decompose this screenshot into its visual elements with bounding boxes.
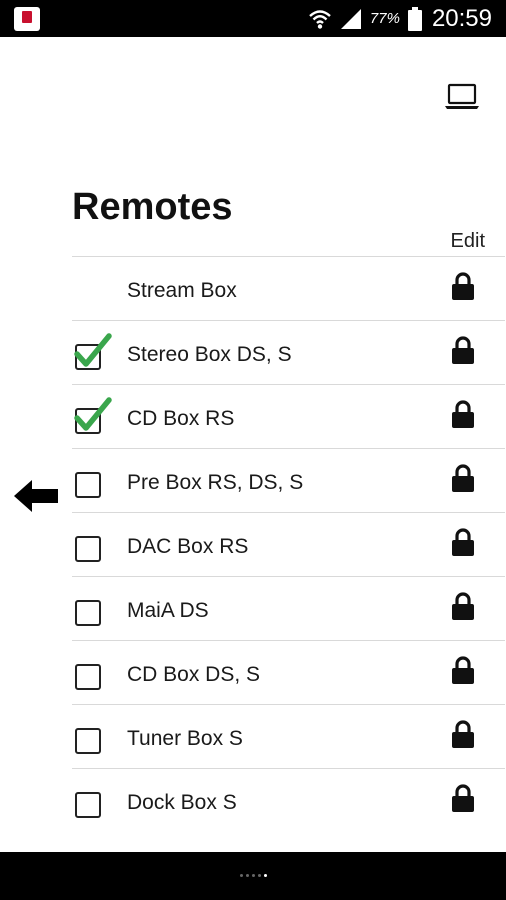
laptop-icon	[445, 83, 479, 109]
lock-icon[interactable]	[451, 591, 475, 621]
lock-icon[interactable]	[451, 719, 475, 749]
back-arrow-icon[interactable]	[12, 478, 60, 514]
list-item-label: MaiA DS	[127, 599, 209, 622]
lock-icon[interactable]	[451, 399, 475, 429]
app-icon	[14, 7, 40, 31]
list-item[interactable]: CD Box DS, S	[72, 640, 505, 704]
checkbox[interactable]	[75, 792, 101, 818]
list-item[interactable]: DAC Box RS	[72, 512, 505, 576]
list-item-label: Stream Box	[127, 279, 237, 302]
checkbox[interactable]	[75, 472, 101, 498]
checkbox[interactable]	[75, 600, 101, 626]
status-icons: 77% 20:59	[308, 0, 492, 37]
clock: 20:59	[431, 4, 492, 32]
laptop-button[interactable]	[444, 82, 480, 110]
checkmark-icon	[74, 333, 112, 367]
list-item[interactable]: Stream Box	[72, 256, 505, 320]
list-item-label: CD Box RS	[127, 407, 235, 430]
list-item[interactable]: Pre Box RS, DS, S	[72, 448, 505, 512]
list-item-label: CD Box DS, S	[127, 663, 261, 686]
signal-icon	[340, 8, 361, 29]
navigation-bar	[0, 852, 506, 900]
list-item-label: DAC Box RS	[127, 535, 249, 558]
battery-icon	[407, 6, 422, 31]
list-item-label: Pre Box RS, DS, S	[127, 471, 304, 494]
list-item[interactable]: Stereo Box DS, S	[72, 320, 505, 384]
status-bar: 77% 20:59	[0, 0, 506, 37]
list-item[interactable]: Dock Box S	[72, 768, 505, 820]
checkmark-icon	[74, 397, 112, 431]
list-item[interactable]: CD Box RS	[72, 384, 505, 448]
battery-percent: 77%	[369, 10, 400, 27]
list-item-label: Stereo Box DS, S	[127, 343, 292, 366]
list-item-label: Dock Box S	[127, 791, 237, 814]
list-item-label: Tuner Box S	[127, 727, 243, 750]
page-title: Remotes	[72, 186, 233, 228]
list-item[interactable]: MaiA DS	[72, 576, 505, 640]
checkbox[interactable]	[75, 536, 101, 562]
checkbox[interactable]	[75, 664, 101, 690]
remotes-list: Stream Box Stereo Box DS, S CD Box RS Pr…	[72, 256, 505, 820]
checkbox[interactable]	[74, 333, 112, 370]
checkbox[interactable]	[74, 397, 112, 434]
lock-icon[interactable]	[451, 271, 475, 301]
lock-icon[interactable]	[451, 463, 475, 493]
lock-icon[interactable]	[451, 655, 475, 685]
list-item[interactable]: Tuner Box S	[72, 704, 505, 768]
lock-icon[interactable]	[451, 527, 475, 557]
page-indicator	[240, 874, 267, 877]
checkbox[interactable]	[75, 728, 101, 754]
edit-button[interactable]: Edit	[451, 230, 485, 253]
lock-icon[interactable]	[451, 783, 475, 813]
wifi-icon	[309, 9, 331, 29]
lock-icon[interactable]	[451, 335, 475, 365]
